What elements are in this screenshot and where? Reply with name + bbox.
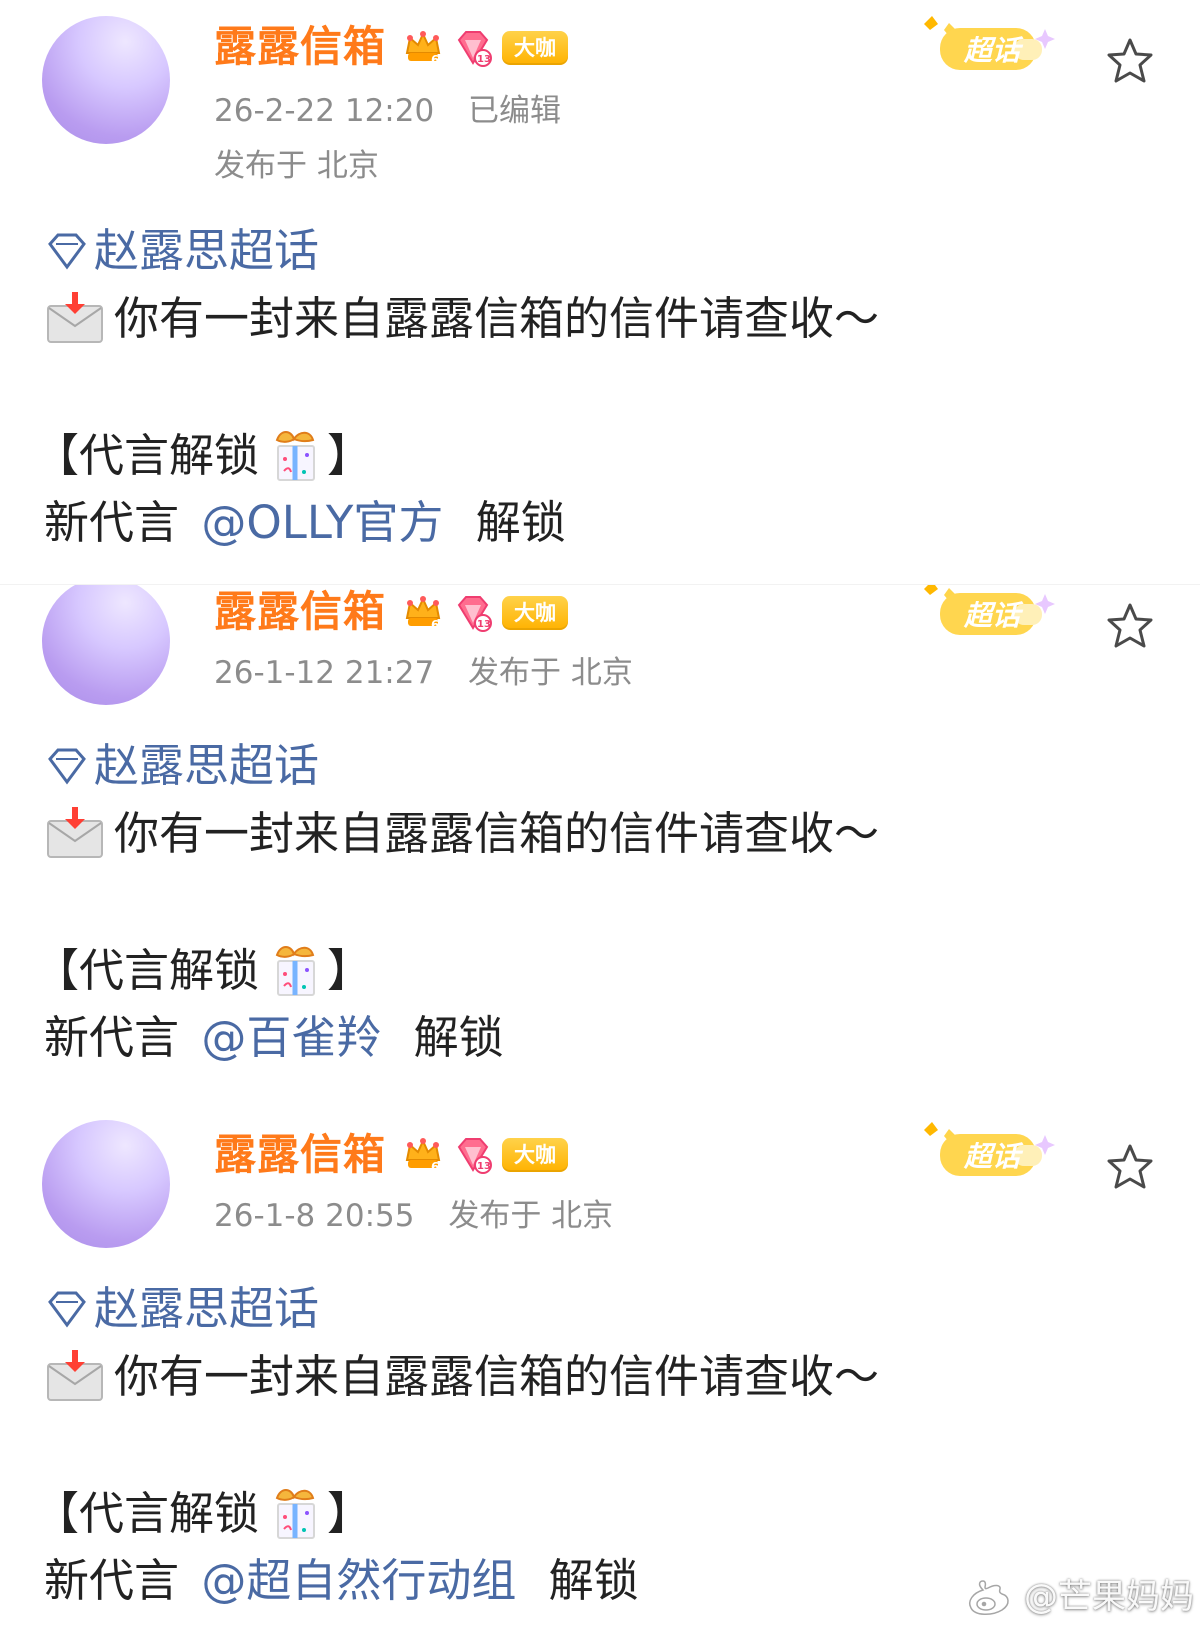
avatar[interactable]: [42, 16, 170, 144]
crown-level-text: 6: [431, 1160, 439, 1174]
super-topic-button[interactable]: 超话: [918, 12, 1068, 84]
message-text: 你有一封来自露露信箱的信件请查收～: [114, 292, 880, 345]
message-line: 你有一封来自露露信箱的信件请查收～: [44, 288, 879, 350]
message-text: 你有一封来自露露信箱的信件请查收～: [114, 807, 880, 860]
topic-label: 赵露思超话: [94, 1282, 320, 1335]
gem-level-text: 13: [477, 1161, 491, 1172]
endorsement-suffix: 解锁: [548, 1554, 639, 1607]
unlock-title-prefix: 【代言解锁: [34, 429, 260, 482]
star-icon: [1107, 603, 1153, 648]
post-time: 26-1-8 20:55: [214, 1198, 415, 1234]
weibo-post: 露露信箱 6 13 大咖 26-2-22 12:20 已编辑 发布于 北京 超话…: [0, 0, 1200, 585]
post-location: 发布于 北京: [448, 1198, 614, 1234]
envelope-incoming-icon: [44, 803, 106, 865]
endorsement-prefix: 新代言: [44, 1011, 180, 1064]
diamond-topic-icon: [44, 743, 90, 789]
watermark-text: @芒果妈妈: [1024, 1577, 1194, 1617]
post-time-row: 26-1-8 20:55 发布于 北京: [214, 1194, 613, 1238]
gift-icon: [263, 424, 327, 488]
big-shot-badge: 大咖: [502, 1137, 568, 1172]
mention-link[interactable]: @超自然行动组: [201, 1554, 516, 1607]
unlock-title-suffix: 】: [327, 429, 373, 482]
weibo-icon: [969, 1580, 1016, 1615]
super-topic-label: 超话: [963, 1140, 1024, 1173]
diamond-level-icon: 13: [452, 592, 494, 634]
mention-link[interactable]: @OLLY官方: [201, 496, 443, 549]
message-line: 你有一封来自露露信箱的信件请查收～: [44, 1346, 879, 1408]
mention-link[interactable]: @百雀羚: [201, 1011, 381, 1064]
crown-level-icon: 6: [402, 27, 444, 69]
super-topic-link[interactable]: 赵露思超话: [44, 222, 319, 280]
post-location: 发布于 北京: [214, 148, 379, 184]
crown-level-icon: 6: [402, 1134, 444, 1176]
diamond-level-icon: 13: [452, 1134, 494, 1176]
big-shot-badge: 大咖: [502, 30, 568, 65]
unlock-title-suffix: 】: [327, 1487, 373, 1540]
username[interactable]: 露露信箱: [214, 1128, 386, 1182]
endorsement-suffix: 解锁: [413, 1011, 504, 1064]
post-time: 26-2-22 12:20: [214, 93, 435, 129]
envelope-incoming-icon: [44, 288, 106, 350]
endorsement-prefix: 新代言: [44, 496, 180, 549]
gift-icon: [263, 1482, 327, 1546]
super-topic-button[interactable]: 超话: [918, 1118, 1068, 1190]
favorite-button[interactable]: [1102, 1140, 1158, 1196]
weibo-watermark: @芒果妈妈: [964, 1577, 1194, 1617]
endorsement-line: 新代言 @百雀羚 解锁: [44, 1009, 504, 1067]
diamond-topic-icon: [44, 228, 90, 274]
post-time-row: 26-1-12 21:27 发布于 北京: [214, 651, 633, 695]
favorite-button[interactable]: [1102, 34, 1158, 90]
unlock-title: 【代言解锁 】: [34, 1482, 372, 1546]
avatar[interactable]: [42, 1120, 170, 1248]
username[interactable]: 露露信箱: [214, 585, 386, 639]
super-topic-label: 超话: [963, 599, 1024, 632]
unlock-title-prefix: 【代言解锁: [34, 1487, 260, 1540]
weibo-post: 露露信箱 6 13 大咖 26-1-8 20:55 发布于 北京 超话 赵露思超…: [0, 1104, 1200, 1629]
endorsement-suffix: 解锁: [475, 496, 566, 549]
message-text: 你有一封来自露露信箱的信件请查收～: [114, 1350, 880, 1403]
edited-status: 已编辑: [468, 93, 562, 129]
crown-level-text: 6: [431, 618, 439, 632]
gift-icon: [263, 939, 327, 1003]
big-shot-badge: 大咖: [502, 595, 568, 630]
topic-label: 赵露思超话: [94, 739, 320, 792]
post-time: 26-1-12 21:27: [214, 655, 435, 691]
username[interactable]: 露露信箱: [214, 20, 386, 74]
post-time-row: 26-2-22 12:20 已编辑: [214, 89, 561, 133]
endorsement-prefix: 新代言: [44, 1554, 180, 1607]
unlock-title-prefix: 【代言解锁: [34, 944, 260, 997]
super-topic-link[interactable]: 赵露思超话: [44, 737, 319, 795]
crown-level-icon: 6: [402, 592, 444, 634]
favorite-button[interactable]: [1102, 599, 1158, 655]
post-location: 发布于 北京: [468, 655, 633, 691]
star-icon: [1107, 1144, 1153, 1189]
unlock-title: 【代言解锁 】: [34, 424, 372, 488]
diamond-topic-icon: [44, 1286, 90, 1332]
super-topic-link[interactable]: 赵露思超话: [44, 1280, 319, 1338]
unlock-title-suffix: 】: [327, 944, 373, 997]
user-badges: 6 13 大咖: [402, 590, 568, 635]
topic-label: 赵露思超话: [94, 224, 320, 277]
avatar[interactable]: [42, 585, 170, 705]
star-icon: [1107, 38, 1153, 83]
gem-level-text: 13: [477, 54, 491, 65]
envelope-incoming-icon: [44, 1346, 106, 1408]
weibo-post: 露露信箱 6 13 大咖 26-1-12 21:27 发布于 北京 超话 赵露思…: [0, 584, 1200, 1105]
user-badges: 6 13 大咖: [402, 25, 568, 70]
endorsement-line: 新代言 @超自然行动组 解锁: [44, 1552, 639, 1610]
endorsement-line: 新代言 @OLLY官方 解锁: [44, 494, 566, 552]
super-topic-button[interactable]: 超话: [918, 585, 1068, 649]
diamond-level-icon: 13: [452, 27, 494, 69]
super-topic-label: 超话: [963, 34, 1024, 67]
user-badges: 6 13 大咖: [402, 1132, 568, 1177]
message-line: 你有一封来自露露信箱的信件请查收～: [44, 803, 879, 865]
unlock-title: 【代言解锁 】: [34, 939, 372, 1003]
crown-level-text: 6: [431, 53, 439, 67]
gem-level-text: 13: [477, 619, 491, 630]
